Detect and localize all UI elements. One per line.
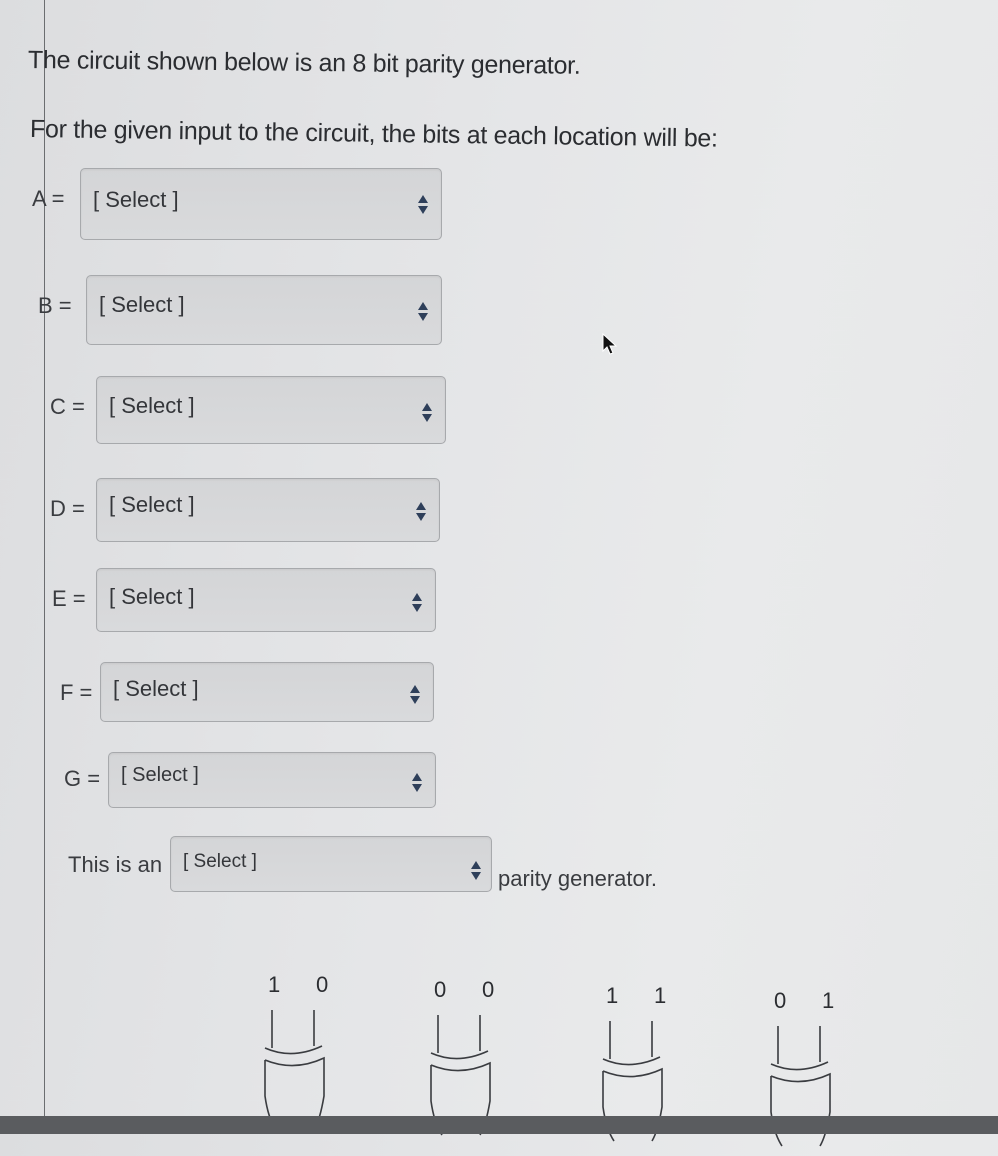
parity-prefix: This is an xyxy=(68,852,163,877)
mouse-pointer-icon xyxy=(602,332,618,355)
answer-row-b: B = [ Select ] xyxy=(36,275,456,345)
answer-label-d: D = xyxy=(50,496,85,521)
up-down-caret-icon xyxy=(412,773,422,795)
answer-select-e[interactable]: [ Select ] xyxy=(96,568,436,632)
bottom-toolbar xyxy=(0,1116,998,1134)
answer-row-e: E = [ Select ] xyxy=(52,568,472,632)
up-down-caret-icon xyxy=(412,593,422,615)
answer-label-f: F = xyxy=(60,680,93,705)
parity-suffix: parity generator. xyxy=(498,866,657,891)
parity-type-select[interactable]: [ Select ] xyxy=(170,836,492,892)
up-down-caret-icon xyxy=(471,861,481,883)
select-value: [ Select ] xyxy=(121,764,199,786)
parity-type-sentence: This is an [ Select ] parity generator. xyxy=(66,836,706,896)
answer-label-a: A = xyxy=(32,186,65,211)
answer-label-g: G = xyxy=(64,766,101,791)
answer-select-a[interactable]: [ Select ] xyxy=(80,168,442,240)
up-down-caret-icon xyxy=(418,302,428,324)
question-instruction: For the given input to the circuit, the … xyxy=(29,115,718,153)
answer-select-c[interactable]: [ Select ] xyxy=(96,376,446,444)
answer-label-c: C = xyxy=(50,394,85,419)
gate-input-bit: 0 xyxy=(316,972,329,997)
select-value: [ Select ] xyxy=(109,584,195,609)
select-value: [ Select ] xyxy=(99,292,185,317)
up-down-caret-icon xyxy=(416,502,426,524)
gate-input-bit: 1 xyxy=(606,983,619,1008)
select-value: [ Select ] xyxy=(183,851,257,872)
answer-row-f: F = [ Select ] xyxy=(60,662,480,726)
gate-input-bit: 1 xyxy=(268,972,281,997)
gate-input-bit: 0 xyxy=(774,988,787,1013)
answer-select-f[interactable]: [ Select ] xyxy=(100,662,434,722)
gate-input-bit: 0 xyxy=(434,977,447,1002)
answer-row-g: G = [ Select ] xyxy=(64,752,484,816)
up-down-caret-icon xyxy=(422,403,432,425)
select-value: [ Select ] xyxy=(93,187,179,212)
up-down-caret-icon xyxy=(410,685,420,707)
answer-row-a: A = [ Select ] xyxy=(30,168,450,240)
answer-select-b[interactable]: [ Select ] xyxy=(86,275,442,345)
question-title: The circuit shown below is an 8 bit pari… xyxy=(27,46,581,80)
gate-input-bit: 1 xyxy=(822,988,835,1013)
gate-input-bit: 1 xyxy=(654,983,667,1008)
select-value: [ Select ] xyxy=(109,492,195,517)
gate-input-bit: 0 xyxy=(482,977,495,1002)
answer-row-d: D = [ Select ] xyxy=(50,478,470,542)
select-value: [ Select ] xyxy=(109,393,195,418)
answer-label-e: E = xyxy=(52,586,86,611)
select-value: [ Select ] xyxy=(113,676,199,701)
answer-row-c: C = [ Select ] xyxy=(50,376,470,444)
up-down-caret-icon xyxy=(418,195,428,217)
answer-select-d[interactable]: [ Select ] xyxy=(96,478,440,542)
answer-select-g[interactable]: [ Select ] xyxy=(108,752,436,808)
answer-label-b: B = xyxy=(38,293,72,318)
xor-gate-symbol xyxy=(770,1026,831,1147)
